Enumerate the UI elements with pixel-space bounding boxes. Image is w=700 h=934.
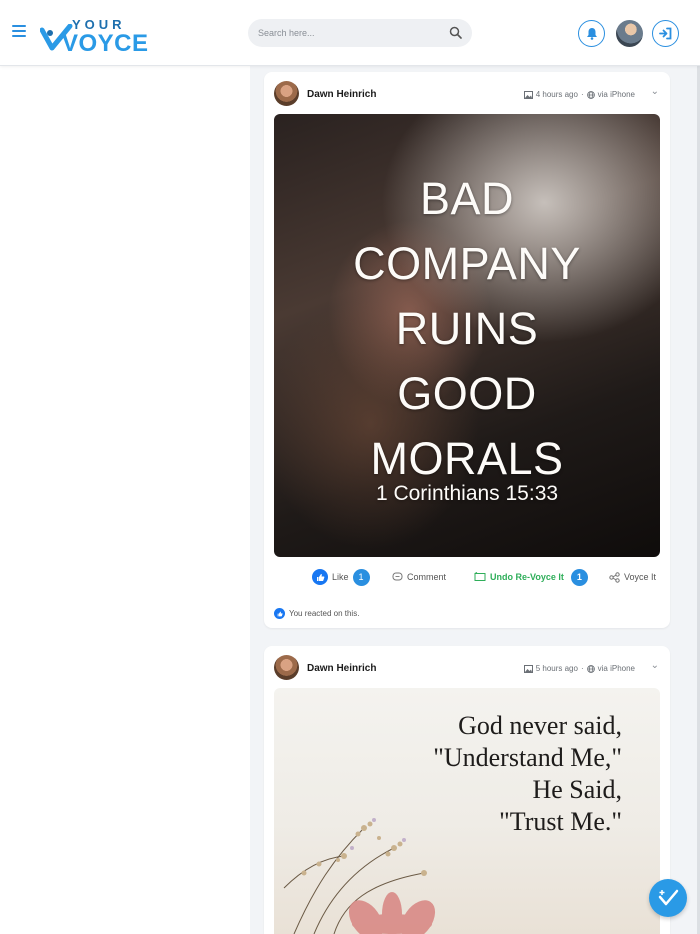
image-text-line: GOOD	[397, 368, 537, 419]
voyce-it-button[interactable]: Voyce It	[609, 567, 656, 587]
image-icon	[523, 90, 533, 99]
image-text-line: RUINS	[395, 303, 539, 354]
user-avatar[interactable]	[616, 20, 643, 47]
globe-icon	[586, 664, 595, 673]
bell-icon	[586, 28, 597, 40]
post-card: Dawn Heinrich 5 hours ago · via iPhone ⌄…	[264, 646, 670, 934]
compose-voyce-button[interactable]	[649, 879, 687, 917]
author-avatar[interactable]	[274, 655, 299, 680]
author-name[interactable]: Dawn Heinrich	[307, 89, 376, 100]
notifications-button[interactable]	[578, 20, 605, 47]
login-button[interactable]	[652, 20, 679, 47]
like-button[interactable]: Like 1	[312, 567, 370, 587]
post-image[interactable]: BAD COMPANY RUINS GOOD MORALS 1 Corinthi…	[274, 114, 660, 557]
voyce-it-label: Voyce It	[624, 572, 657, 582]
hamburger-menu-icon[interactable]	[12, 25, 26, 37]
reacted-like-icon	[274, 608, 285, 619]
voyce-check-icon	[658, 889, 679, 906]
revoyce-icon	[474, 572, 486, 581]
post-meta: 4 hours ago · via iPhone	[523, 90, 635, 99]
flowers-illustration	[283, 818, 436, 934]
search-input[interactable]	[258, 25, 438, 41]
author-name[interactable]: Dawn Heinrich	[307, 663, 376, 674]
revoyce-label: Undo Re-Voyce It	[490, 572, 564, 582]
post-options-chevron-icon[interactable]: ⌄	[651, 86, 659, 97]
top-navbar: YOUR VOYCE	[0, 0, 700, 66]
undo-revoyce-button[interactable]: Undo Re-Voyce It 1	[474, 567, 588, 587]
dot-separator: ·	[580, 664, 584, 673]
comment-label: Comment	[407, 572, 447, 582]
image-text-line: COMPANY	[353, 238, 581, 289]
reaction-status: You reacted on this.	[274, 608, 359, 619]
like-count-badge: 1	[352, 568, 370, 586]
post-source: via iPhone	[597, 90, 635, 99]
search-icon[interactable]	[449, 26, 462, 39]
logo-voyce-text: VOYCE	[62, 30, 149, 57]
comment-button[interactable]: Comment	[392, 567, 446, 587]
image-text-line: BAD	[419, 173, 515, 224]
post-image[interactable]: God never said, "Understand Me," He Said…	[274, 688, 660, 934]
comment-icon	[392, 572, 403, 581]
image-icon	[523, 664, 533, 673]
search-bar	[248, 19, 472, 47]
post-options-chevron-icon[interactable]: ⌄	[651, 660, 659, 671]
app-logo[interactable]: YOUR VOYCE	[40, 14, 148, 57]
image-text-reference: 1 Corinthians 15:33	[375, 482, 559, 505]
post-meta: 5 hours ago · via iPhone	[523, 664, 635, 673]
post-time: 5 hours ago	[535, 664, 578, 673]
author-avatar[interactable]	[274, 81, 299, 106]
like-label: Like	[332, 572, 349, 582]
post-source: via iPhone	[597, 664, 635, 673]
share-icon	[609, 571, 620, 583]
dot-separator: ·	[580, 90, 584, 99]
post-time: 4 hours ago	[535, 90, 578, 99]
revoyce-count-badge: 1	[570, 568, 588, 586]
post-card: Dawn Heinrich 4 hours ago · via iPhone ⌄…	[264, 72, 670, 628]
sign-in-icon	[659, 27, 672, 40]
reacted-text: You reacted on this.	[289, 609, 360, 618]
post-actions: Like 1 Comment Undo Re-Voyce It 1 Voyce …	[264, 567, 670, 589]
thumbs-up-icon	[312, 569, 328, 585]
globe-icon	[586, 90, 595, 99]
